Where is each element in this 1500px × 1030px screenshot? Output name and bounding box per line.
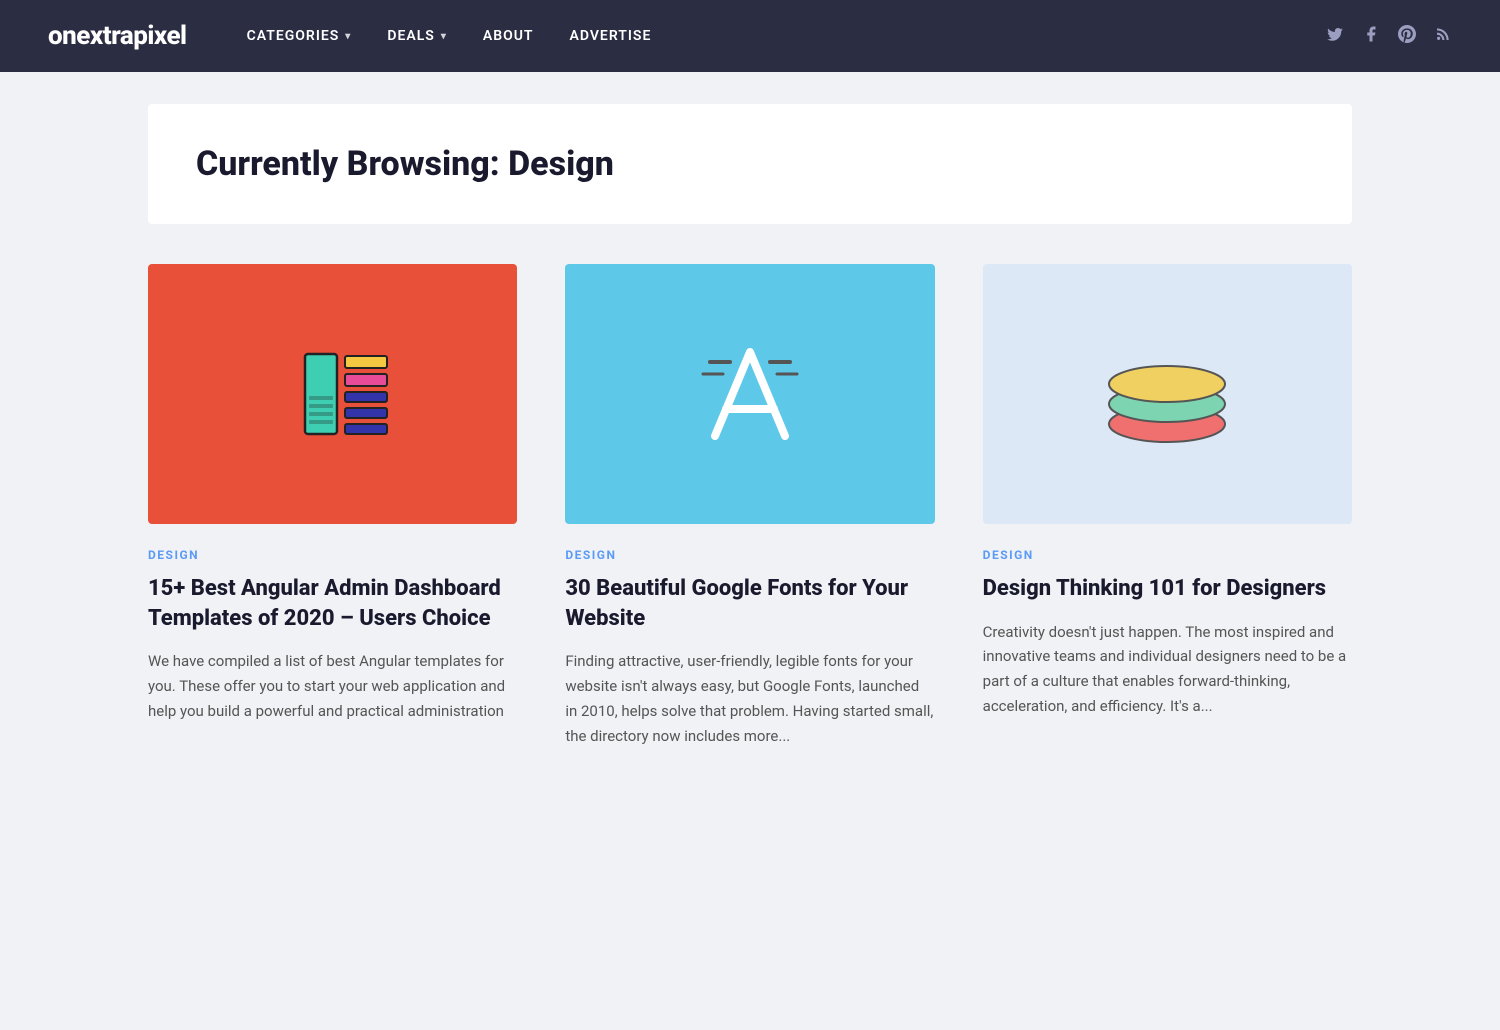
nav-deals[interactable]: DEALS ▾ <box>387 28 447 44</box>
article-card: DESIGN 30 Beautiful Google Fonts for You… <box>565 264 934 748</box>
nav-advertise[interactable]: ADVERTISE <box>570 28 652 44</box>
article-thumbnail[interactable] <box>148 264 517 524</box>
browsing-header: Currently Browsing: Design <box>148 104 1352 224</box>
article-excerpt: We have compiled a list of best Angular … <box>148 649 517 723</box>
twitter-icon[interactable] <box>1326 25 1344 48</box>
chevron-down-icon: ▾ <box>345 31 351 42</box>
article-card: DESIGN 15+ Best Angular Admin Dashboard … <box>148 264 517 748</box>
article-title[interactable]: 15+ Best Angular Admin Dashboard Templat… <box>148 574 517 633</box>
article-thumbnail[interactable] <box>983 264 1352 524</box>
page-wrapper: Currently Browsing: Design <box>100 104 1400 748</box>
chevron-down-icon: ▾ <box>441 31 447 42</box>
rss-icon[interactable] <box>1434 25 1452 48</box>
social-links <box>1326 25 1452 48</box>
main-nav: onextrapixel CATEGORIES ▾ DEALS ▾ ABOUT … <box>0 0 1500 72</box>
facebook-icon[interactable] <box>1362 25 1380 48</box>
article-title[interactable]: 30 Beautiful Google Fonts for Your Websi… <box>565 574 934 633</box>
nav-about[interactable]: ABOUT <box>483 28 534 44</box>
article-card: DESIGN Design Thinking 101 for Designers… <box>983 264 1352 748</box>
article-excerpt: Finding attractive, user-friendly, legib… <box>565 649 934 748</box>
article-category: DESIGN <box>565 548 934 562</box>
article-title[interactable]: Design Thinking 101 for Designers <box>983 574 1352 604</box>
nav-categories[interactable]: CATEGORIES ▾ <box>247 28 352 44</box>
nav-links: CATEGORIES ▾ DEALS ▾ ABOUT ADVERTISE <box>247 28 1326 44</box>
browsing-title: Currently Browsing: Design <box>196 144 1304 184</box>
article-thumbnail[interactable] <box>565 264 934 524</box>
pinterest-icon[interactable] <box>1398 25 1416 48</box>
article-category: DESIGN <box>148 548 517 562</box>
article-excerpt: Creativity doesn't just happen. The most… <box>983 620 1352 719</box>
site-logo[interactable]: onextrapixel <box>48 21 187 51</box>
article-category: DESIGN <box>983 548 1352 562</box>
articles-grid: DESIGN 15+ Best Angular Admin Dashboard … <box>148 264 1352 748</box>
